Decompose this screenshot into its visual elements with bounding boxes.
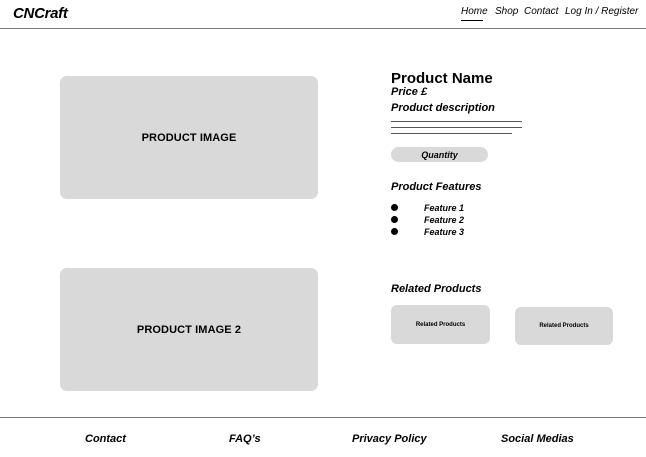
description-line (391, 133, 512, 134)
bullet-icon (391, 216, 398, 223)
footer-faqs-link[interactable]: FAQ’s (229, 433, 261, 445)
description-line (391, 121, 522, 122)
related-products-title: Related Products (391, 283, 482, 295)
nav-login-register-link[interactable]: Log In / Register (565, 6, 638, 17)
product-image-2[interactable]: PRODUCT IMAGE 2 (60, 268, 318, 391)
product-description-title: Product description (391, 102, 495, 114)
related-product-label: Related Products (539, 323, 589, 329)
nav-contact-link[interactable]: Contact (524, 6, 558, 17)
footer-divider (0, 417, 646, 418)
footer-social-medias-link[interactable]: Social Medias (501, 433, 574, 445)
related-product-card[interactable]: Related Products (515, 307, 613, 345)
footer-privacy-policy-link[interactable]: Privacy Policy (352, 433, 427, 445)
header-divider (0, 28, 646, 29)
nav-active-underline (461, 20, 483, 21)
quantity-label: Quantity (421, 149, 458, 160)
product-image-2-label: PRODUCT IMAGE 2 (136, 323, 242, 336)
feature-item: Feature 2 (424, 215, 465, 225)
product-price: Price £ (391, 86, 428, 98)
quantity-selector[interactable]: Quantity (391, 147, 488, 162)
bullet-icon (391, 204, 398, 211)
site-logo[interactable]: CNCraft (13, 5, 68, 22)
related-product-label: Related Products (415, 321, 466, 328)
feature-item: Feature 3 (424, 227, 465, 237)
nav-shop-link[interactable]: Shop (495, 6, 518, 17)
description-line (391, 127, 522, 128)
product-image[interactable]: PRODUCT IMAGE (60, 76, 318, 199)
bullet-icon (391, 228, 398, 235)
product-name: Product Name (391, 70, 493, 87)
nav-home-link[interactable]: Home (461, 6, 488, 17)
related-product-card[interactable]: Related Products (391, 305, 490, 344)
feature-item: Feature 1 (424, 203, 465, 213)
footer-contact-link[interactable]: Contact (85, 433, 126, 445)
product-image-label: PRODUCT IMAGE (141, 131, 237, 144)
product-features-title: Product Features (391, 181, 482, 193)
